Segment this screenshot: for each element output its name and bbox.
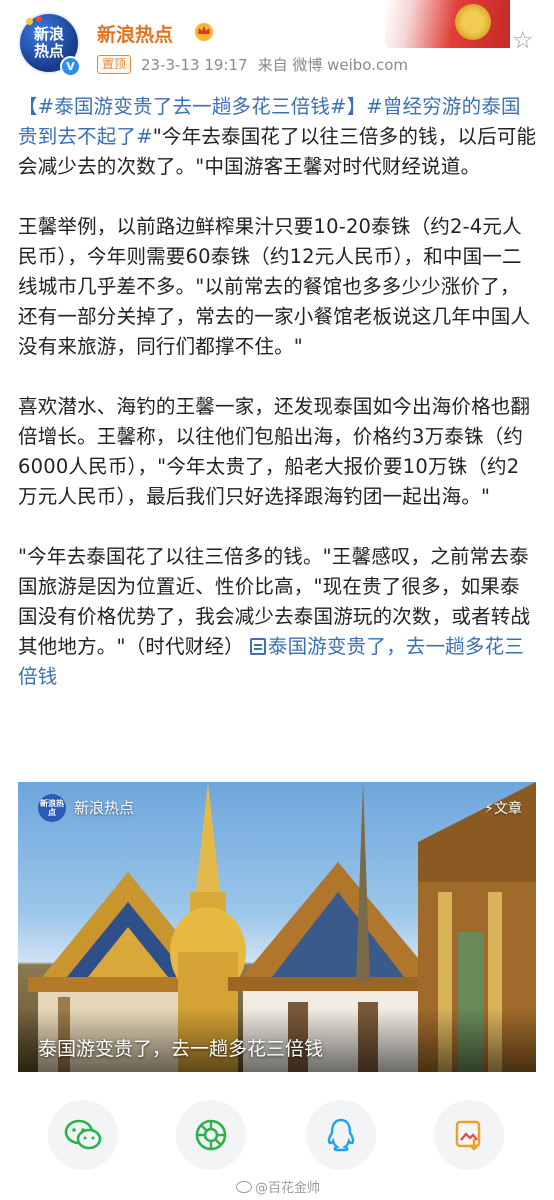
article-badge: ⚡文章 (484, 801, 522, 817)
avatar-text: 新浪 (33, 25, 64, 43)
paragraph: 【#泰国游变贵了去一趟多花三倍钱#】#曾经穷游的泰国贵到去不起了#"今年去泰国花… (18, 92, 538, 182)
watermark-text: @百花金帅 (255, 1181, 321, 1196)
moments-button[interactable] (176, 1100, 246, 1170)
card-source-name: 新浪热点 (74, 799, 135, 817)
verified-icon: V (60, 56, 81, 77)
moments-icon (195, 1119, 227, 1151)
crown-icon (195, 23, 213, 41)
qq-icon (327, 1118, 355, 1152)
qq-button[interactable] (306, 1100, 376, 1170)
username[interactable]: 新浪热点 (97, 20, 173, 47)
star-icon[interactable]: ☆ (512, 26, 534, 54)
save-image-icon (455, 1120, 481, 1151)
paragraph: 王馨举例，以前路边鲜榨果汁只要10-20泰铢（约2-4元人民币），今年则需要60… (18, 215, 531, 358)
article-card[interactable]: 新浪热点 新浪热点 ⚡文章 泰国游变贵了，去一趟多花三倍钱 (18, 782, 536, 1072)
share-bar (0, 1100, 554, 1172)
post-source: 来自 微博 weibo.com (257, 56, 409, 74)
emblem-icon (455, 4, 491, 40)
paragraph: 喜欢潜水、海钓的王馨一家，还发现泰国如今出海价格也翻倍增长。王馨称，以往他们包船… (18, 395, 531, 508)
wechat-button[interactable] (48, 1100, 118, 1170)
paragraph: "今年去泰国花了以往三倍多的钱。"王馨感叹，之前常去泰国旅游是因为位置近、性价比… (18, 542, 538, 692)
post-body: 【#泰国游变贵了去一趟多花三倍钱#】#曾经穷游的泰国贵到去不起了#"今年去泰国花… (18, 92, 538, 692)
decorative-banner (385, 0, 510, 48)
timestamp: 23-3-13 19:17 (141, 55, 248, 74)
card-caption: 泰国游变贵了，去一趟多花三倍钱 (38, 1038, 324, 1060)
post-meta: 置顶 23-3-13 19:17 来自 微博 weibo.com (97, 54, 408, 75)
save-image-button[interactable] (434, 1100, 504, 1170)
card-caption-bar: 泰国游变贵了，去一趟多花三倍钱 (18, 1008, 536, 1072)
hashtag-link[interactable]: 【#泰国游变贵了去一趟多花三倍钱#】 (18, 95, 366, 118)
watermark: @百花金帅 (236, 1177, 320, 1196)
wechat-icon (64, 1119, 102, 1150)
weibo-icon (236, 1181, 252, 1193)
pinned-badge: 置顶 (97, 55, 132, 74)
article-link-icon[interactable] (249, 638, 266, 655)
avatar-text: 热点 (33, 42, 64, 60)
post-header: 新浪 热点 V 新浪热点 置顶 23-3-13 19:17 来自 微博 weib… (0, 0, 554, 84)
avatar-decoration (36, 16, 42, 22)
source-logo: 新浪热点 (38, 794, 66, 822)
avatar-decoration (26, 18, 33, 25)
